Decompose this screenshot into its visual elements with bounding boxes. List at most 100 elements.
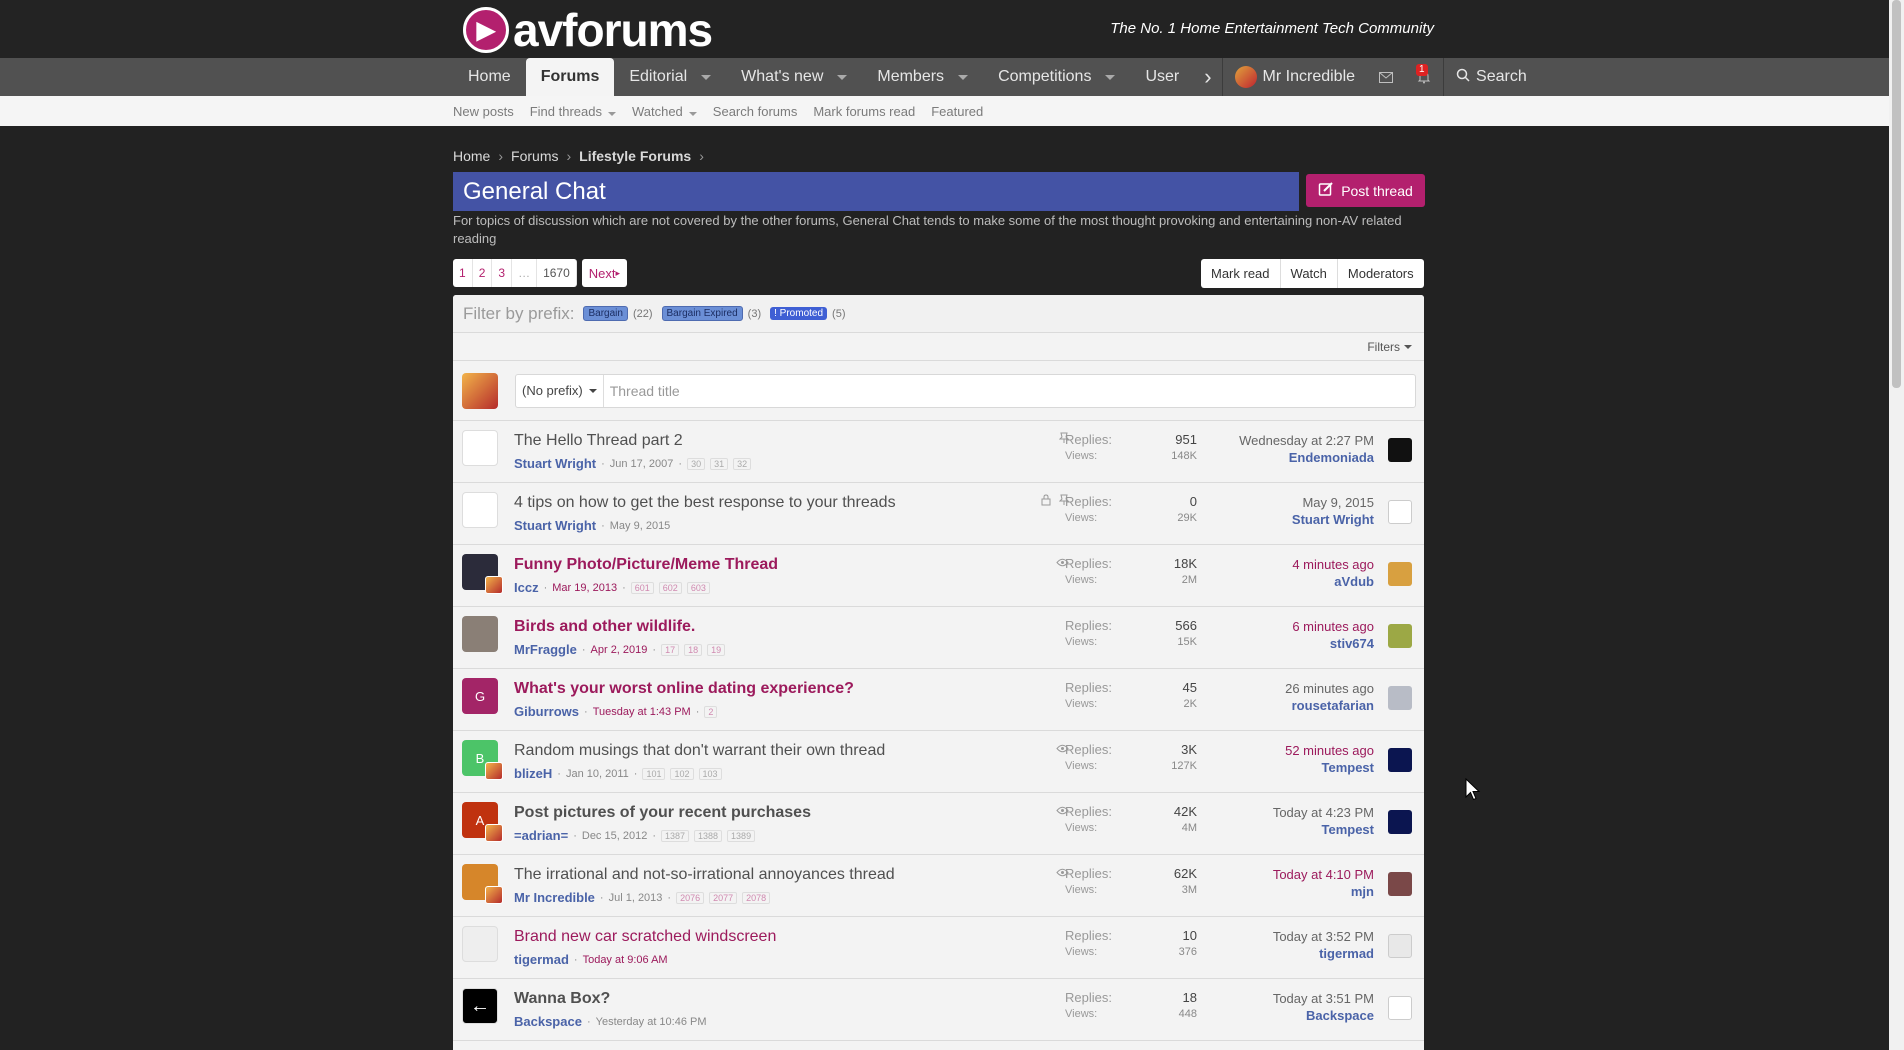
prefix-select[interactable]: (No prefix) <box>516 374 604 407</box>
thread-page-link[interactable]: 30 <box>687 457 706 470</box>
nav-tab-forums[interactable]: Forums <box>525 58 615 96</box>
thread-title[interactable]: 4 tips on how to get the best response t… <box>514 494 896 512</box>
scrollbar-thumb[interactable] <box>1892 0 1901 388</box>
page-link[interactable]: 1670 <box>537 259 577 287</box>
nav-tab-home[interactable]: Home <box>453 58 526 96</box>
subnav-find-threads[interactable]: Find threads <box>530 104 616 119</box>
thread-title[interactable]: What's your worst online dating experien… <box>514 680 854 698</box>
thread-row[interactable]: G What's your worst online dating experie… <box>453 669 1424 731</box>
subnav-featured[interactable]: Featured <box>931 104 983 119</box>
avatar[interactable]: G <box>462 678 498 714</box>
thread-row[interactable]: The Hello Thread part 2 Stuart Wright · Jun… <box>453 421 1424 483</box>
nav-tab-competitions[interactable]: Competitions <box>983 58 1130 96</box>
thread-page-link[interactable]: 31 <box>710 457 729 470</box>
avatar[interactable] <box>1388 872 1412 896</box>
last-post-time[interactable]: May 9, 2015 <box>1292 494 1374 511</box>
chevron-down-icon[interactable] <box>607 111 616 116</box>
last-poster[interactable]: Backspace <box>1273 1007 1374 1024</box>
avatar[interactable] <box>1388 562 1412 586</box>
last-post-time[interactable]: Wednesday at 2:27 PM <box>1239 432 1374 449</box>
thread-start-date[interactable]: Tuesday at 1:43 PM <box>593 706 691 718</box>
thread-author[interactable]: tigermad <box>514 952 569 967</box>
avatar[interactable] <box>1388 996 1412 1020</box>
avatar[interactable]: ← <box>462 988 498 1024</box>
thread-author[interactable]: =adrian= <box>514 828 568 843</box>
next-page-button[interactable]: Next ▸ <box>581 259 628 287</box>
thread-row[interactable]: Birds and other wildlife. MrFraggle · Apr 2… <box>453 607 1424 669</box>
watch-button[interactable]: Watch <box>1281 259 1338 288</box>
thread-start-date[interactable]: Mar 19, 2013 <box>552 582 617 594</box>
thread-title[interactable]: Brand new car scratched windscreen <box>514 928 776 946</box>
thread-start-date[interactable]: Jul 1, 2013 <box>609 892 663 904</box>
thread-start-date[interactable]: Jan 10, 2011 <box>566 768 629 780</box>
avatar[interactable] <box>1388 686 1412 710</box>
thread-author[interactable]: blizeH <box>514 766 552 781</box>
thread-page-link[interactable]: 32 <box>733 457 752 470</box>
bell-icon[interactable]: 1 <box>1405 58 1443 96</box>
thread-page-link[interactable]: 2 <box>704 705 718 718</box>
thread-page-link[interactable]: 602 <box>658 581 682 594</box>
thread-page-link[interactable]: 1388 <box>694 829 723 842</box>
page-link[interactable]: 2 <box>472 259 493 287</box>
thread-page-link[interactable]: 101 <box>642 767 666 780</box>
last-post-time[interactable]: Today at 3:51 PM <box>1273 990 1374 1007</box>
thread-page-link[interactable]: 1387 <box>660 829 690 842</box>
subnav-search-forums[interactable]: Search forums <box>713 104 798 119</box>
last-post-time[interactable]: Today at 4:10 PM <box>1273 866 1374 883</box>
avatar[interactable] <box>1388 810 1412 834</box>
last-post-time[interactable]: 6 minutes ago <box>1292 618 1374 635</box>
thread-author[interactable]: Stuart Wright <box>514 518 596 533</box>
filters-menu[interactable]: Filters <box>453 333 1424 361</box>
thread-page-link[interactable]: 102 <box>670 767 694 780</box>
chevron-down-icon[interactable] <box>1105 74 1116 80</box>
thread-start-date[interactable]: Dec 15, 2012 <box>582 830 647 842</box>
chevron-down-icon[interactable] <box>688 111 697 116</box>
scrollbar[interactable] <box>1889 0 1904 1050</box>
thread-title[interactable]: Random musings that don't warrant their … <box>514 742 885 760</box>
thread-page-link[interactable]: 1389 <box>727 829 756 842</box>
last-poster[interactable]: mjn <box>1273 883 1374 900</box>
chevron-down-icon[interactable] <box>701 74 712 80</box>
chevron-right-icon[interactable]: › <box>1194 64 1221 90</box>
last-poster[interactable]: aVdub <box>1292 573 1374 590</box>
prefix-tag[interactable]: ! Promoted <box>770 307 828 320</box>
subnav-mark-forums-read[interactable]: Mark forums read <box>813 104 915 119</box>
thread-row[interactable]: Brand new car scratched windscreen tigerm… <box>453 917 1424 979</box>
moderators-button[interactable]: Moderators <box>1338 259 1424 288</box>
avatar[interactable] <box>1388 438 1412 462</box>
thread-title[interactable]: The Hello Thread part 2 <box>514 432 683 450</box>
user-menu[interactable]: Mr Incredible <box>1221 58 1367 96</box>
last-poster[interactable]: Stuart Wright <box>1292 511 1374 528</box>
nav-tab-user[interactable]: User <box>1130 58 1194 96</box>
page-link[interactable]: 1 <box>453 259 473 287</box>
thread-title[interactable]: Funny Photo/Picture/Meme Thread <box>514 556 778 574</box>
last-post-time[interactable]: 26 minutes ago <box>1285 680 1374 697</box>
thread-title[interactable]: The irrational and not-so-irrational ann… <box>514 866 895 884</box>
thread-author[interactable]: Giburrows <box>514 704 579 719</box>
prefix-tag[interactable]: Bargain <box>583 306 628 321</box>
thread-start-date[interactable]: May 9, 2015 <box>610 520 671 532</box>
page-link[interactable]: 3 <box>492 259 513 287</box>
thread-start-date[interactable]: Today at 9:06 AM <box>583 954 668 966</box>
avatar[interactable] <box>462 492 498 528</box>
subnav-new-posts[interactable]: New posts <box>453 104 514 119</box>
search-button[interactable]: Search <box>1443 58 1539 96</box>
thread-row[interactable]: ← Wanna Box? Backspace · Yesterday at 10:46 … <box>453 979 1424 1041</box>
post-thread-button[interactable]: Post thread <box>1306 174 1425 207</box>
thread-author[interactable]: MrFraggle <box>514 642 577 657</box>
thread-author[interactable]: Iccz <box>514 580 539 595</box>
avatar[interactable] <box>1388 934 1412 958</box>
thread-row[interactable]: A Post pictures of your recent purchases =… <box>453 793 1424 855</box>
breadcrumb-item[interactable]: Home <box>453 148 490 164</box>
thread-page-link[interactable]: 603 <box>686 581 710 594</box>
thread-row[interactable]: B Random musings that don't warrant their… <box>453 731 1424 793</box>
last-post-time[interactable]: Today at 4:23 PM <box>1273 804 1374 821</box>
nav-tab-what-s-new[interactable]: What's new <box>726 58 862 96</box>
nav-tab-members[interactable]: Members <box>862 58 983 96</box>
thread-start-date[interactable]: Apr 2, 2019 <box>591 644 648 656</box>
chevron-down-icon[interactable] <box>837 74 848 80</box>
thread-author[interactable]: Stuart Wright <box>514 456 596 471</box>
breadcrumb-item[interactable]: Lifestyle Forums <box>579 148 691 164</box>
thread-page-link[interactable]: 601 <box>630 581 654 594</box>
thread-page-link[interactable]: 18 <box>684 643 703 656</box>
